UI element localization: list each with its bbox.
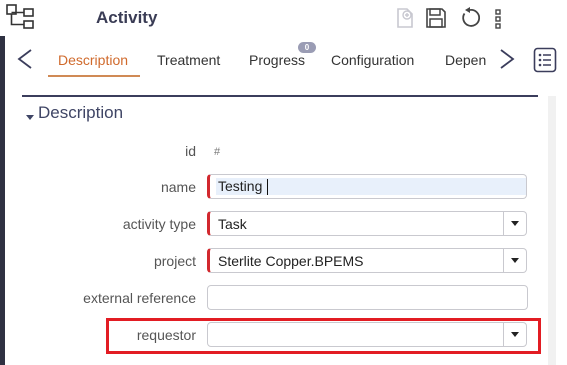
- header: Activity: [0, 0, 567, 36]
- external-reference-input[interactable]: [207, 285, 528, 310]
- collapse-caret-icon[interactable]: [26, 109, 35, 120]
- tree-structure-icon[interactable]: [6, 4, 36, 30]
- new-document-icon[interactable]: [393, 6, 417, 30]
- project-select[interactable]: Sterlite Copper.BPEMS: [207, 248, 527, 273]
- section-title[interactable]: Description: [38, 103, 123, 123]
- activity-type-value: Task: [218, 216, 247, 232]
- tab-scroll-left-icon[interactable]: [16, 48, 34, 70]
- name-input[interactable]: Testing: [216, 178, 526, 195]
- text-caret: [267, 179, 268, 195]
- tab-dependencies[interactable]: Depen: [445, 52, 486, 68]
- activity-type-select[interactable]: Task: [207, 211, 527, 236]
- id-value: #: [214, 146, 221, 158]
- section-divider: [22, 95, 538, 97]
- tab-treatment[interactable]: Treatment: [157, 52, 220, 68]
- id-label: id: [185, 143, 196, 159]
- tab-progress[interactable]: Progress: [249, 52, 305, 68]
- undo-icon[interactable]: [458, 6, 482, 30]
- active-tab-indicator: [48, 75, 140, 77]
- tab-description[interactable]: Description: [58, 52, 128, 68]
- tab-list-icon[interactable]: [533, 47, 557, 73]
- name-field[interactable]: Testing: [207, 174, 527, 199]
- page-title: Activity: [96, 8, 158, 27]
- activity-type-label: activity type: [122, 216, 196, 232]
- project-value: Sterlite Copper.BPEMS: [218, 253, 364, 269]
- scrollbar[interactable]: [548, 96, 556, 365]
- save-icon[interactable]: [424, 6, 448, 30]
- more-vertical-icon[interactable]: [492, 6, 504, 30]
- name-input-value: Testing: [218, 178, 263, 194]
- progress-count-badge: 0: [298, 42, 316, 53]
- chevron-down-icon[interactable]: [503, 212, 526, 235]
- tab-dependencies-clip: Depen: [445, 52, 488, 72]
- external-reference-label: external reference: [83, 290, 196, 306]
- name-label: name: [160, 179, 196, 195]
- tab-configuration[interactable]: Configuration: [331, 52, 414, 68]
- requestor-highlight-box: [106, 318, 541, 354]
- chevron-down-icon[interactable]: [503, 249, 526, 272]
- activity-window: Activity Description Treatment Progress …: [0, 0, 567, 365]
- project-label: project: [153, 253, 196, 269]
- tab-scroll-right-icon[interactable]: [498, 48, 516, 70]
